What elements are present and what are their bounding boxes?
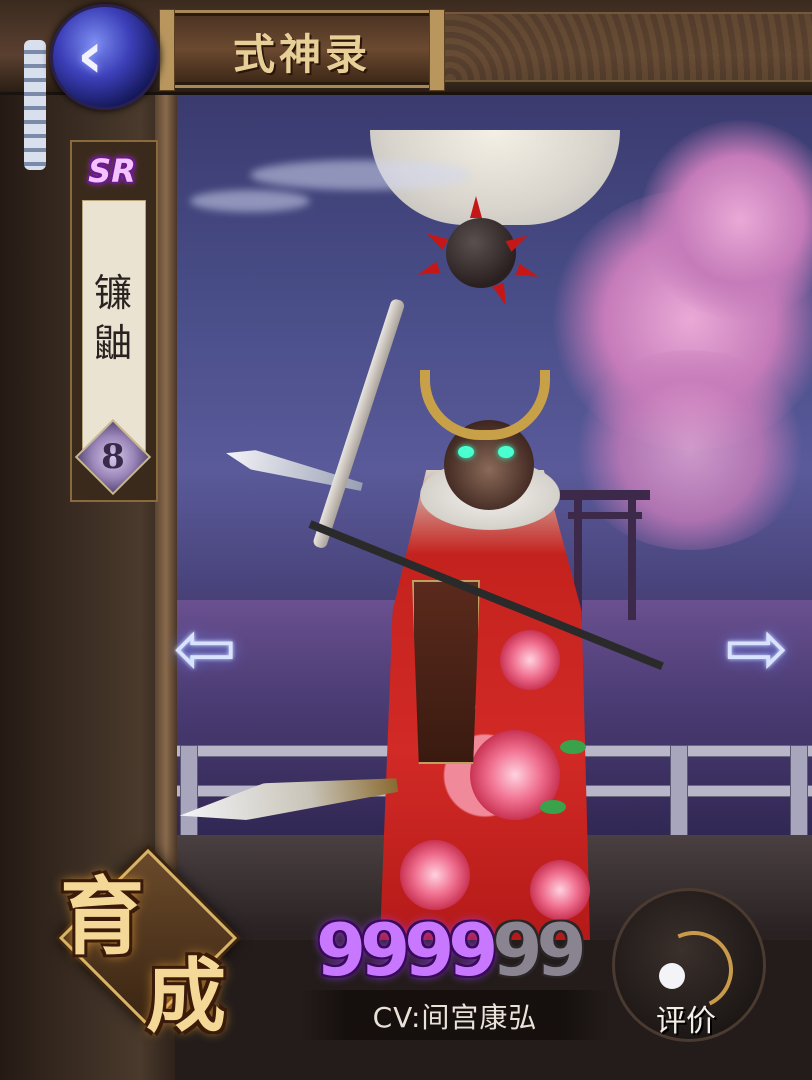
rate-label: 评价 [656,1004,716,1039]
rarity-badge: SR [88,152,136,190]
chevron-left-icon: ‹ [77,19,104,93]
kimono-leaf [560,740,586,754]
train-button[interactable]: 育 成 [50,840,240,1043]
voice-actor-label: CV:间宫康弘 [372,1001,538,1034]
cloud [190,190,310,212]
tassel-ornament [24,40,46,170]
like-counter-dim: 99 [492,908,586,992]
arrow-left-icon: ⇦ [173,603,237,692]
back-button[interactable]: ‹ [50,4,160,110]
page-title: 式神录 [232,30,371,79]
kimono-flower [500,630,560,690]
spiked-mace [446,218,516,288]
train-label-char: 成 [146,949,226,1043]
shikigami-name: 镰 鼬 [80,268,146,368]
arrow-right-icon: ⇨ [725,603,789,692]
wave-pattern [430,12,812,82]
brush-tip [659,963,685,989]
title-plate: 式神录 [159,9,445,91]
shikigami-level: 8 [101,437,125,477]
prev-shikigami-button[interactable]: ⇦ [160,610,250,686]
cloud [250,160,470,190]
next-shikigami-button[interactable]: ⇨ [712,610,802,686]
character-apron [412,580,480,764]
shikigami-name-char: 镰 [93,271,132,315]
game-scene: 式神录 ‹ SR 镰 鼬 8 ⇦ ⇨ 育 成 9999 99 CV:间宫康弘 评… [0,0,812,1080]
kimono-flower [400,840,470,910]
train-label-char: 育 [60,867,145,966]
character-eyes [456,446,520,462]
like-counter: 9999 99 [316,908,587,992]
like-counter-lit: 9999 [316,908,498,992]
shikigami-name-char: 鼬 [93,321,132,365]
spike [470,196,482,218]
kimono-leaf [540,800,566,814]
